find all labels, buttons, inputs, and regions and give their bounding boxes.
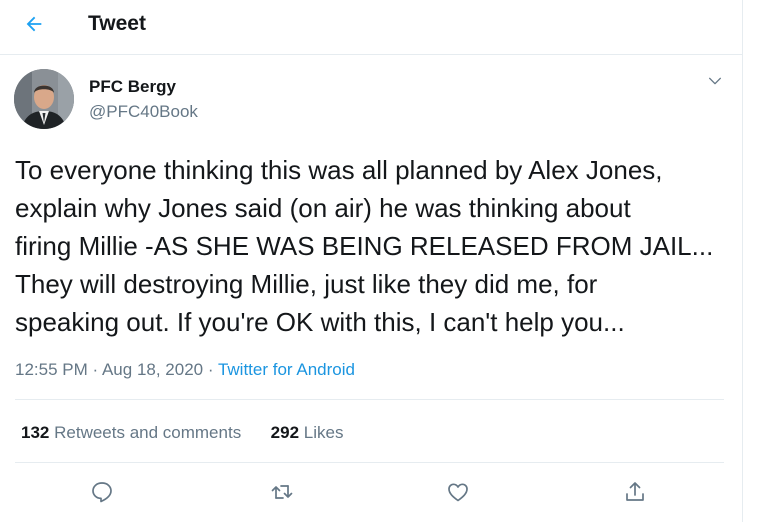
page-title: Tweet	[88, 12, 146, 35]
tweet-date[interactable]: Aug 18, 2020	[102, 360, 203, 379]
tweet-text-line: speaking out. If you're OK with this, I …	[15, 307, 625, 337]
retweet-icon	[270, 480, 294, 509]
heart-icon	[446, 480, 470, 509]
like-button[interactable]	[443, 479, 473, 509]
likes-count: 292	[270, 423, 300, 442]
tweet-text: To everyone thinking this was all planne…	[15, 151, 730, 341]
author-name[interactable]: PFC Bergy	[89, 76, 176, 98]
meta-separator: ·	[207, 360, 214, 379]
divider	[15, 462, 724, 463]
share-button[interactable]	[620, 479, 650, 509]
avatar[interactable]	[14, 69, 74, 129]
likes-label: Likes	[303, 423, 344, 442]
tweet-text-line: explain why Jones said (on air) he was t…	[15, 193, 631, 223]
speech-bubble-icon	[90, 480, 114, 509]
chevron-down-icon	[707, 73, 723, 94]
retweets-count: 132	[21, 423, 50, 442]
tweet-time[interactable]: 12:55 PM	[15, 360, 88, 379]
retweets-stat[interactable]: 132 Retweets and comments	[21, 423, 246, 442]
reply-button[interactable]	[87, 479, 117, 509]
back-button[interactable]	[18, 10, 50, 42]
tweet-source-link[interactable]: Twitter for Android	[218, 360, 355, 379]
tweet-stats: 132 Retweets and comments 292 Likes	[21, 421, 343, 445]
more-options-button[interactable]	[702, 70, 728, 96]
retweets-label: Retweets and comments	[54, 423, 242, 442]
tweet-metadata: 12:55 PM · Aug 18, 2020 · Twitter for An…	[15, 358, 355, 382]
page-header: Tweet	[0, 0, 742, 55]
tweet-text-line: To everyone thinking this was all planne…	[15, 155, 663, 185]
tweet-text-line: They will destroying Millie, just like t…	[15, 269, 598, 299]
retweet-button[interactable]	[267, 479, 297, 509]
tweet-column: Tweet PFC Bergy @PFC40Book To everyone t…	[0, 0, 743, 522]
author-handle[interactable]: @PFC40Book	[89, 101, 198, 123]
meta-separator: ·	[92, 360, 99, 379]
likes-stat[interactable]: 292 Likes	[271, 423, 344, 442]
divider	[15, 399, 724, 400]
tweet-text-line: firing Millie -AS SHE WAS BEING RELEASED…	[15, 231, 714, 261]
share-upload-icon	[623, 480, 647, 509]
arrow-left-icon	[23, 13, 45, 40]
